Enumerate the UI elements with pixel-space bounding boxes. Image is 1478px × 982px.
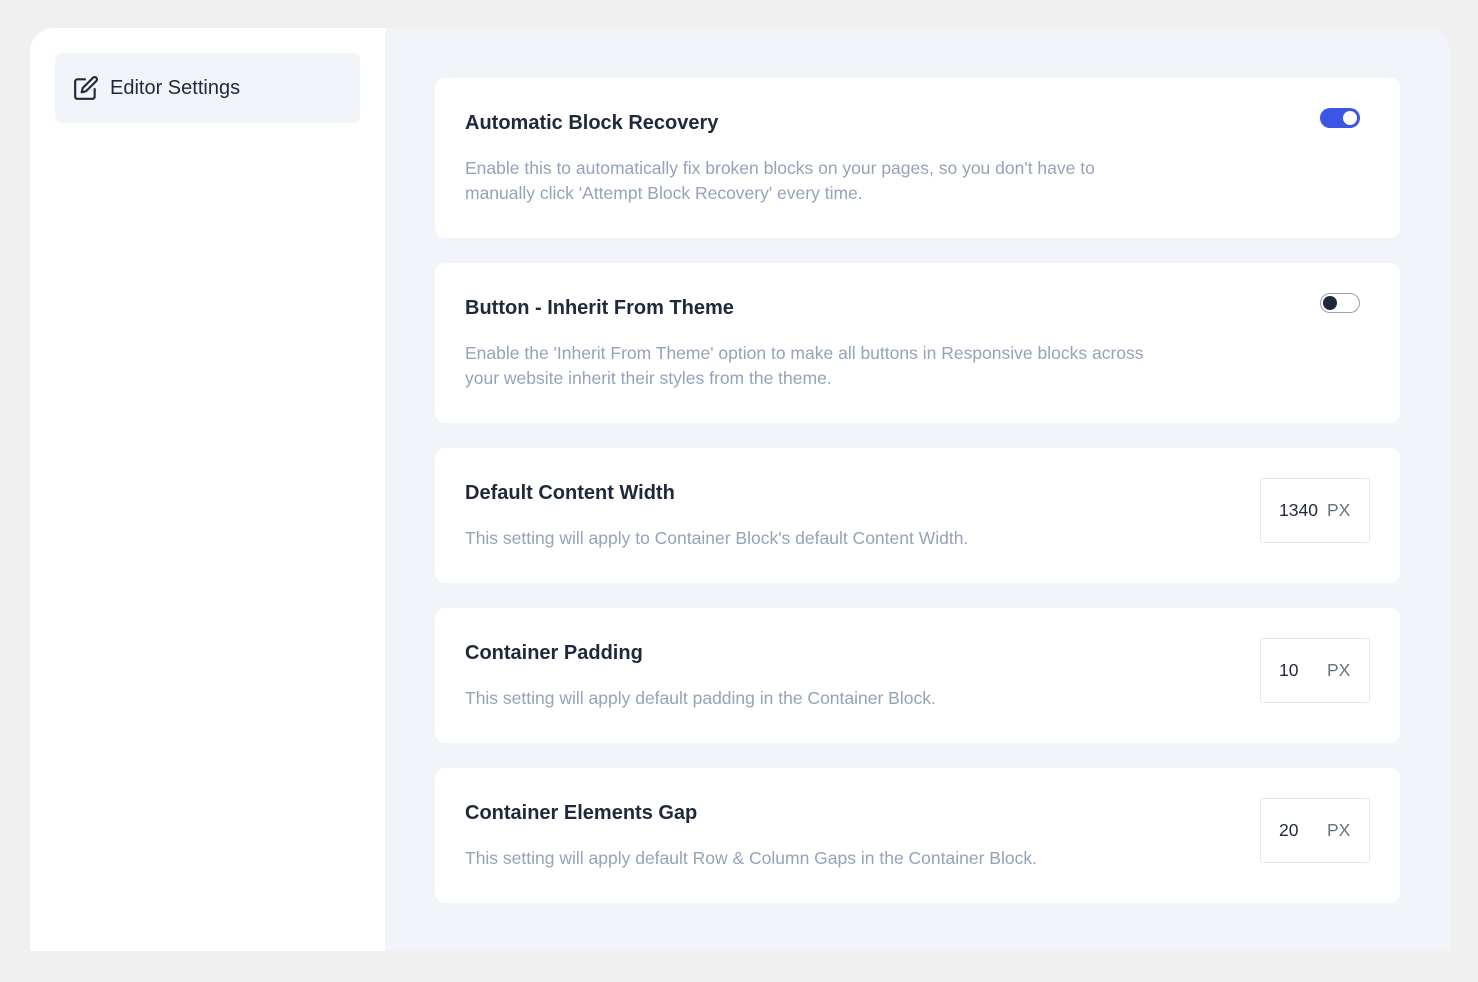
inherit-theme-toggle[interactable] xyxy=(1320,293,1360,313)
setting-title: Container Elements Gap xyxy=(465,802,698,824)
setting-card-container-padding: Container Padding This setting will appl… xyxy=(435,608,1400,743)
toggle-knob xyxy=(1323,295,1337,310)
setting-title: Automatic Block Recovery xyxy=(465,112,719,134)
unit-label: PX xyxy=(1327,500,1351,520)
sidebar-item-editor-settings[interactable]: Editor Settings xyxy=(55,53,360,123)
sidebar-item-label: Editor Settings xyxy=(110,76,241,99)
setting-description: Enable the 'Inherit From Theme' option t… xyxy=(465,343,1144,388)
edit-icon xyxy=(73,75,99,101)
content-width-input[interactable] xyxy=(1261,500,1327,521)
container-padding-input[interactable] xyxy=(1261,660,1327,681)
sidebar: Editor Settings xyxy=(30,28,385,951)
setting-description: This setting will apply default Row & Co… xyxy=(465,848,1037,868)
settings-panel: Automatic Block Recovery Enable this to … xyxy=(385,28,1450,951)
unit-label: PX xyxy=(1327,660,1351,680)
content-width-input-group: PX xyxy=(1260,478,1370,543)
setting-title: Default Content Width xyxy=(465,482,675,504)
setting-description: This setting will apply default padding … xyxy=(465,688,936,708)
setting-card-inherit-theme: Button - Inherit From Theme Enable the '… xyxy=(435,263,1400,423)
settings-window: Editor Settings Automatic Block Recovery… xyxy=(30,28,1450,951)
setting-description: Enable this to automatically fix broken … xyxy=(465,158,1095,203)
unit-label: PX xyxy=(1327,820,1351,840)
setting-card-elements-gap: Container Elements Gap This setting will… xyxy=(435,768,1400,903)
setting-card-block-recovery: Automatic Block Recovery Enable this to … xyxy=(435,78,1400,238)
setting-title: Container Padding xyxy=(465,642,643,664)
setting-title: Button - Inherit From Theme xyxy=(465,297,734,319)
elements-gap-input[interactable] xyxy=(1261,820,1327,841)
elements-gap-input-group: PX xyxy=(1260,798,1370,863)
toggle-knob xyxy=(1343,111,1357,125)
block-recovery-toggle[interactable] xyxy=(1320,108,1360,128)
container-padding-input-group: PX xyxy=(1260,638,1370,703)
setting-card-content-width: Default Content Width This setting will … xyxy=(435,448,1400,583)
setting-description: This setting will apply to Container Blo… xyxy=(465,528,969,548)
